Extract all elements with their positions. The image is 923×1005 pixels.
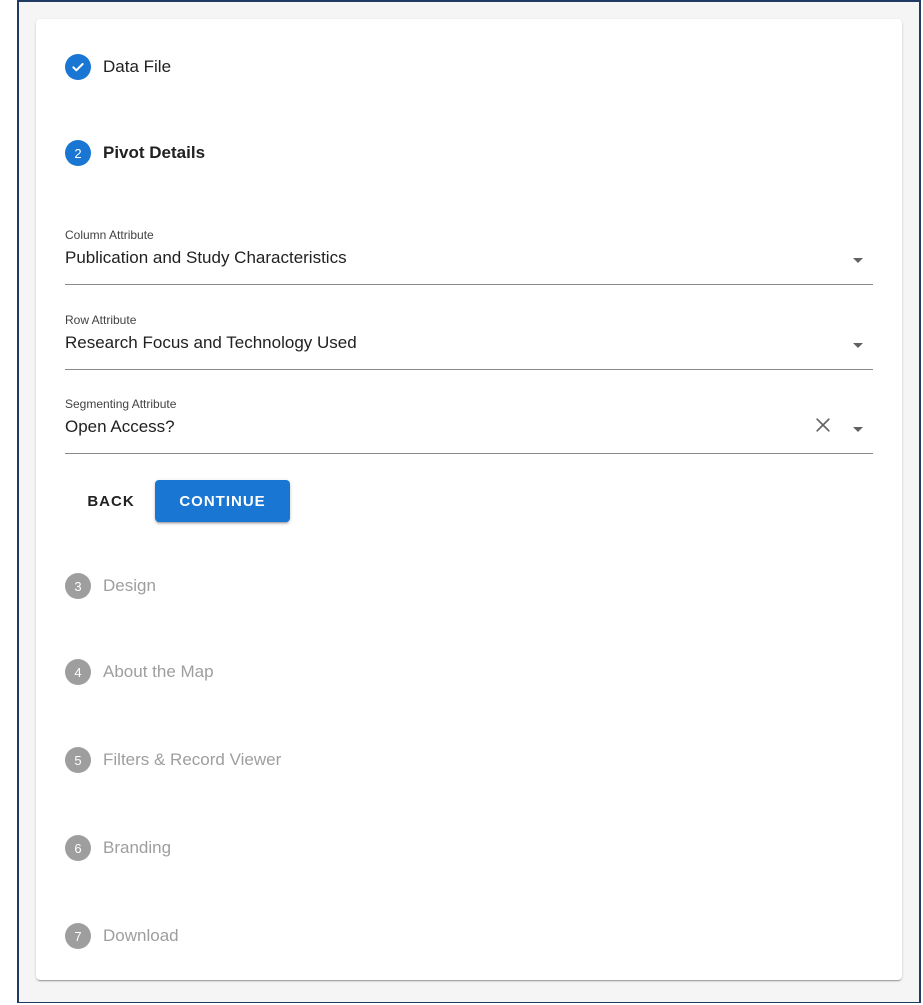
field-value: Research Focus and Technology Used bbox=[65, 333, 357, 352]
caret-down-icon[interactable] bbox=[853, 258, 863, 263]
step-filters-record-viewer[interactable]: 5 Filters & Record Viewer bbox=[65, 747, 281, 773]
stepper-card: Data File 2 Pivot Details Column Attribu… bbox=[36, 19, 902, 980]
continue-button[interactable]: CONTINUE bbox=[155, 480, 290, 522]
back-button[interactable]: BACK bbox=[75, 480, 147, 522]
step-label: Pivot Details bbox=[103, 143, 206, 162]
close-icon[interactable] bbox=[813, 415, 833, 435]
field-label: Column Attribute bbox=[65, 228, 154, 242]
field-label: Row Attribute bbox=[65, 313, 137, 327]
column-attribute-select[interactable]: Column Attribute Publication and Study C… bbox=[65, 228, 873, 285]
field-value: Publication and Study Characteristics bbox=[65, 248, 347, 267]
step-label: Data File bbox=[103, 57, 172, 76]
step-design[interactable]: 3 Design bbox=[65, 573, 156, 599]
step-number: 3 bbox=[65, 573, 91, 599]
check-icon bbox=[65, 54, 91, 80]
step-number: 4 bbox=[65, 659, 91, 685]
step-data-file[interactable]: Data File bbox=[65, 54, 171, 80]
field-value: Open Access? bbox=[65, 417, 175, 436]
step-number: 2 bbox=[65, 140, 91, 166]
segmenting-attribute-select[interactable]: Segmenting Attribute Open Access? bbox=[65, 397, 873, 454]
step-pivot-details[interactable]: 2 Pivot Details bbox=[65, 140, 205, 166]
step-label: Design bbox=[103, 576, 156, 595]
field-label: Segmenting Attribute bbox=[65, 397, 177, 411]
caret-down-icon[interactable] bbox=[853, 427, 863, 432]
step-label: Download bbox=[103, 926, 179, 945]
step-label: About the Map bbox=[103, 662, 214, 681]
step-number: 6 bbox=[65, 835, 91, 861]
step-about-the-map[interactable]: 4 About the Map bbox=[65, 659, 214, 685]
step-label: Filters & Record Viewer bbox=[103, 750, 282, 769]
step-download[interactable]: 7 Download bbox=[65, 923, 179, 949]
step-number: 7 bbox=[65, 923, 91, 949]
row-attribute-select[interactable]: Row Attribute Research Focus and Technol… bbox=[65, 313, 873, 370]
step-number: 5 bbox=[65, 747, 91, 773]
step-label: Branding bbox=[103, 838, 172, 857]
caret-down-icon[interactable] bbox=[853, 343, 863, 348]
step-branding[interactable]: 6 Branding bbox=[65, 835, 171, 861]
